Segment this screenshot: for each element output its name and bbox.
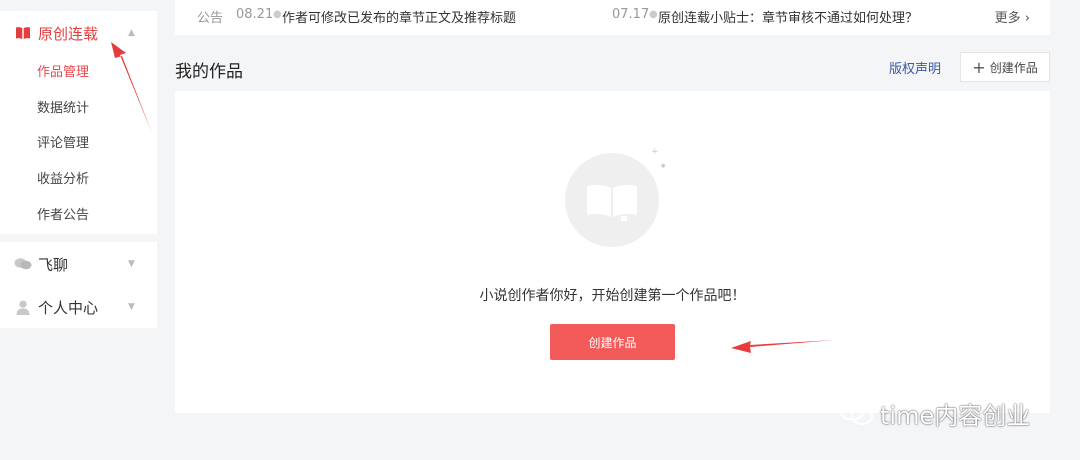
dot-separator-icon: ● — [273, 9, 282, 20]
dot-separator-icon: ● — [649, 9, 658, 20]
sidebar-section-label: 原创连载 — [38, 24, 99, 43]
open-book-icon — [587, 184, 637, 221]
notice-date: 08.21 — [236, 7, 274, 22]
notice-link[interactable]: 原创连载小贴士：章节审核不通过如何处理？ — [658, 7, 918, 26]
create-work-button[interactable]: 创建作品 — [550, 324, 675, 360]
watermark: time内容创业 — [838, 395, 1030, 431]
user-icon — [14, 298, 32, 316]
chevron-down-icon: ▼ — [128, 259, 135, 269]
copyright-link[interactable]: 版权声明 — [889, 58, 941, 77]
more-link[interactable]: 更多 › — [995, 7, 1030, 26]
chat-bubbles-icon — [14, 255, 32, 273]
sparkle-icon: + — [651, 147, 659, 157]
sidebar-item-works-management[interactable]: 作品管理 — [37, 63, 89, 83]
sidebar-panel-original: 原创连载 ▲ 作品管理 数据统计 评论管理 收益分析 作者公告 — [0, 11, 157, 234]
watermark-text: time内容创业 — [880, 401, 1031, 430]
chevron-right-icon: › — [1024, 11, 1030, 26]
sidebar-section-personal-center[interactable]: 个人中心 ▼ — [0, 287, 157, 327]
sidebar-item-comment-management[interactable]: 评论管理 — [37, 134, 89, 154]
sidebar-section-label: 个人中心 — [38, 298, 99, 317]
notice-bar: 公告 08.21 ● 作者可修改已发布的章节正文及推荐标题 07.17 ● 原创… — [175, 0, 1050, 35]
empty-state-message: 小说创作者你好，开始创建第一个作品吧！ — [479, 288, 746, 304]
page-title: 我的作品 — [175, 62, 243, 82]
wechat-icon — [839, 399, 873, 425]
sidebar-section-feiliao[interactable]: 飞聊 ▼ — [0, 244, 157, 284]
sidebar-item-revenue-analysis[interactable]: 收益分析 — [37, 170, 89, 190]
sidebar-section-original-serial[interactable]: 原创连载 ▲ — [0, 13, 157, 53]
sidebar-item-data-stats[interactable]: 数据统计 — [37, 99, 89, 119]
notice-date: 07.17 — [612, 7, 650, 22]
create-work-button-top[interactable]: + 创建作品 — [960, 52, 1050, 82]
works-header: 我的作品 版权声明 + 创建作品 — [175, 52, 1050, 82]
more-label: 更多 — [994, 11, 1021, 26]
sidebar-item-author-notice[interactable]: 作者公告 — [37, 206, 89, 226]
notice-link[interactable]: 作者可修改已发布的章节正文及推荐标题 — [282, 7, 516, 26]
chevron-down-icon: ▼ — [128, 302, 135, 312]
book-icon — [14, 24, 32, 42]
plus-icon: + — [972, 57, 986, 77]
sidebar-section-label: 飞聊 — [38, 255, 69, 274]
empty-book-illustration — [565, 153, 659, 247]
sparkle-icon: ● — [661, 163, 666, 169]
chevron-up-icon: ▲ — [128, 28, 135, 38]
create-work-label: 创建作品 — [989, 60, 1038, 75]
works-empty-state: + ● 小说创作者你好，开始创建第一个作品吧！ 创建作品 — [175, 91, 1050, 413]
sidebar-panel-other: 飞聊 ▼ 个人中心 ▼ — [0, 242, 157, 328]
notice-tag: 公告 — [197, 11, 224, 26]
